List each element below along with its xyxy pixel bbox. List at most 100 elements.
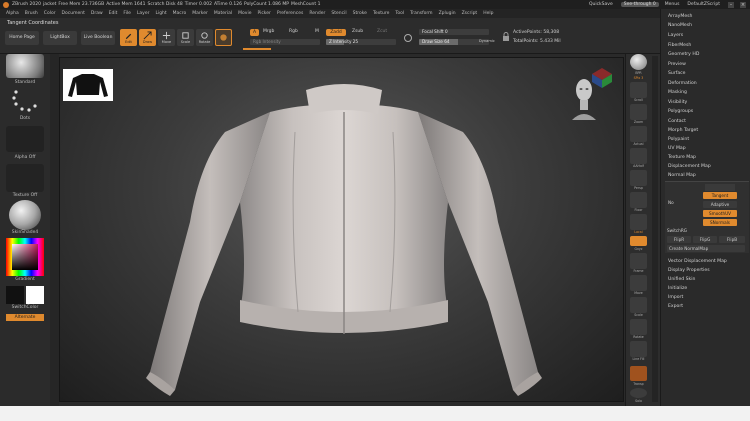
minimize-icon[interactable]: – — [728, 1, 734, 8]
spix-label[interactable]: SPix 3 — [626, 76, 651, 80]
tray-initialize[interactable]: Initialize — [668, 286, 687, 291]
local-button[interactable] — [630, 214, 647, 230]
snormals-button[interactable]: SNormals — [703, 219, 737, 226]
color-saturation-square[interactable] — [12, 244, 38, 270]
rotate-button[interactable]: Rotate — [196, 29, 213, 46]
tray-display-properties[interactable]: Display Properties — [668, 268, 710, 273]
texture-thumbnail[interactable] — [6, 164, 44, 192]
menu-movie[interactable]: Movie — [238, 11, 251, 16]
dynamic-toggle[interactable]: Dynamic — [479, 39, 495, 43]
switch-rg-button[interactable]: SwitchRG — [667, 228, 687, 233]
tray-texture-map[interactable]: Texture Map — [668, 155, 696, 160]
quicksave-button[interactable]: QuickSave — [589, 2, 613, 7]
tray-arraymesh[interactable]: ArrayMesh — [668, 14, 692, 19]
menu-alpha[interactable]: Alpha — [6, 11, 19, 16]
tray-morph-target[interactable]: Morph Target — [668, 128, 698, 133]
focal-shift-slider[interactable]: Focal Shift 0 — [419, 29, 489, 35]
tray-visibility[interactable]: Visibility — [668, 100, 687, 105]
persp-button[interactable] — [630, 170, 647, 186]
menu-edit[interactable]: Edit — [109, 11, 118, 16]
zadd-button[interactable]: Zadd — [326, 29, 346, 36]
transp-button[interactable] — [630, 366, 647, 381]
tray-preview[interactable]: Preview — [668, 62, 686, 67]
canvas-viewport[interactable] — [59, 57, 624, 402]
default-zscript-button[interactable]: DefaultZScript — [687, 2, 720, 7]
tray-surface[interactable]: Surface — [668, 71, 686, 76]
tray-contact[interactable]: Contact — [668, 119, 686, 124]
gxyz-button[interactable] — [630, 236, 647, 246]
move-button[interactable]: Move — [158, 29, 175, 46]
mrgb-button[interactable]: Mrgb — [263, 29, 274, 34]
tray-geometry-hd[interactable]: Geometry HD — [668, 52, 699, 57]
menu-brush[interactable]: Brush — [25, 11, 38, 16]
jacket-model[interactable] — [130, 72, 560, 402]
edit-button[interactable]: Edit — [120, 29, 137, 46]
tray-nanomesh[interactable]: NanoMesh — [668, 23, 692, 28]
tray-vector-displacement-map[interactable]: Vector Displacement Map — [668, 259, 727, 264]
tray-unified-skin[interactable]: Unified Skin — [668, 277, 695, 282]
line-fill-button[interactable] — [630, 341, 647, 357]
menu-picker[interactable]: Picker — [257, 11, 270, 16]
close-icon[interactable]: × — [740, 1, 746, 8]
tangent-button[interactable]: Tangent — [703, 192, 737, 199]
zcut-button[interactable]: Zcut — [377, 29, 387, 34]
actual-button[interactable] — [630, 126, 647, 142]
a-toggle[interactable]: A — [250, 29, 259, 36]
tray-export[interactable]: Export — [668, 304, 683, 309]
rotate-view-button[interactable] — [630, 319, 647, 335]
home-page-button[interactable]: Home Page — [5, 31, 39, 45]
menu-preferences[interactable]: Preferences — [277, 11, 303, 16]
shelf-scrollbar[interactable] — [652, 56, 658, 402]
solo-button[interactable] — [630, 388, 647, 398]
lightbox-button[interactable]: LightBox — [43, 31, 77, 45]
tray-layers[interactable]: Layers — [668, 33, 683, 38]
menu-light[interactable]: Light — [155, 11, 166, 16]
floor-button[interactable] — [630, 192, 647, 208]
color-picker[interactable] — [6, 238, 44, 276]
bpr-button[interactable] — [630, 54, 647, 70]
tray-fibermesh[interactable]: FiberMesh — [668, 43, 691, 48]
m-button[interactable]: M — [315, 29, 319, 34]
tray-import[interactable]: Import — [668, 295, 683, 300]
material-sphere[interactable] — [9, 200, 41, 230]
menu-document[interactable]: Document — [62, 11, 85, 16]
live-boolean-button[interactable]: Live Boolean — [81, 31, 115, 45]
flip-b-button[interactable]: FlipB — [719, 236, 745, 243]
menu-macro[interactable]: Macro — [173, 11, 187, 16]
tray-uv-map[interactable]: UV Map — [668, 146, 686, 151]
flip-g-button[interactable]: FlipG — [693, 236, 717, 243]
menu-help[interactable]: Help — [483, 11, 493, 16]
scale-view-button[interactable] — [630, 297, 647, 313]
menu-marker[interactable]: Marker — [192, 11, 208, 16]
adaptive-button[interactable]: Adaptive — [703, 201, 737, 208]
scroll-button[interactable] — [630, 82, 647, 98]
reference-head-icon[interactable] — [570, 74, 598, 122]
rgb-intensity-slider[interactable]: Rgb Intensity — [250, 39, 320, 45]
aahalf-button[interactable] — [630, 148, 647, 164]
scale-button[interactable]: Scale — [177, 29, 194, 46]
menu-layer[interactable]: Layer — [137, 11, 150, 16]
menu-file[interactable]: File — [123, 11, 131, 16]
menu-render[interactable]: Render — [309, 11, 325, 16]
stroke-dots-icon[interactable] — [11, 88, 39, 114]
tray-normal-map[interactable]: Normal Map — [668, 173, 696, 178]
secondary-color-swatch[interactable] — [6, 286, 24, 304]
frame-button[interactable] — [630, 253, 647, 269]
tray-deformation[interactable]: Deformation — [668, 81, 697, 86]
main-color-swatch[interactable] — [26, 286, 44, 304]
draw-button[interactable]: Draw — [139, 29, 156, 46]
tray-polypaint[interactable]: Polypaint — [668, 137, 689, 142]
menu-zplugin[interactable]: Zplugin — [439, 11, 456, 16]
tray-displacement-map[interactable]: Displacement Map — [668, 164, 711, 169]
flip-r-button[interactable]: FlipR — [667, 236, 691, 243]
zsub-button[interactable]: Zsub — [352, 29, 363, 34]
alpha-thumbnail[interactable] — [6, 126, 44, 152]
create-normalmap-button[interactable]: Create NormalMap — [667, 245, 745, 252]
move-view-button[interactable] — [630, 275, 647, 291]
menu-stencil[interactable]: Stencil — [331, 11, 346, 16]
menu-material[interactable]: Material — [214, 11, 232, 16]
menu-transform[interactable]: Transform — [410, 11, 432, 16]
menu-tool[interactable]: Tool — [395, 11, 404, 16]
smooth-uv-button[interactable]: SmoothUV — [703, 210, 737, 217]
tray-polygroups[interactable]: Polygroups — [668, 109, 693, 114]
